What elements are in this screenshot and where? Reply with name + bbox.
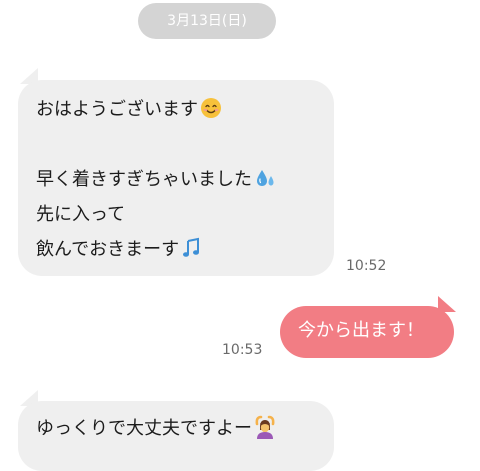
message-line: ゆっくりで大丈夫ですよー — [36, 411, 334, 446]
smiling-face-emoji-icon — [201, 98, 221, 118]
message-line: 早く着きすぎちゃいました — [36, 162, 334, 197]
sweat-droplets-emoji-icon — [257, 170, 274, 186]
message-bubble[interactable]: おはようございます 早く着きすぎちゃいました 先に入って 飲んでおきまーす — [18, 80, 334, 276]
message-time: 10:53 — [222, 342, 263, 358]
message-bubble[interactable]: 今から出ます！ — [280, 306, 454, 358]
message-bubble[interactable]: ゆっくりで大丈夫ですよー — [18, 401, 334, 471]
message-line: 飲んでおきまーす — [36, 232, 334, 267]
message-line: 先に入って — [36, 204, 126, 225]
message-line: 今から出ます！ — [298, 320, 424, 341]
message-time: 10:52 — [346, 258, 387, 274]
date-separator: 3月13日(日) — [138, 3, 276, 39]
message-line-empty — [36, 127, 334, 162]
musical-notes-emoji-icon — [183, 237, 200, 257]
person-gesturing-ok-emoji-icon — [255, 415, 275, 439]
date-label: 3月13日(日) — [167, 13, 247, 29]
message-line: おはようございます — [36, 92, 334, 127]
